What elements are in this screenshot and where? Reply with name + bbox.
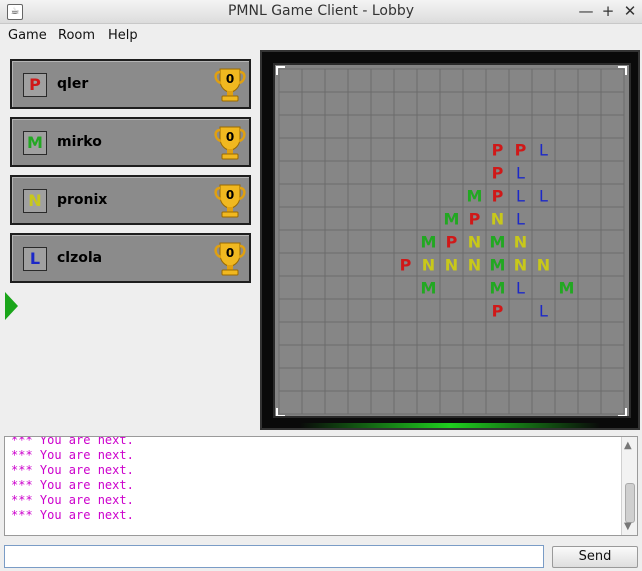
player-card: Npronix 0 <box>10 175 251 225</box>
board-piece[interactable]: L <box>516 210 525 229</box>
board-piece[interactable]: N <box>445 256 458 275</box>
board-piece[interactable]: N <box>468 233 481 252</box>
player-letter-tile: P <box>23 73 47 97</box>
player-score: 0 <box>225 72 235 86</box>
board-piece[interactable]: N <box>537 256 550 275</box>
chat-line: *** You are next. <box>11 478 134 492</box>
board-piece[interactable]: P <box>446 233 458 252</box>
menu-bar: Game Room Help <box>0 24 642 48</box>
menu-room[interactable]: Room <box>58 28 95 43</box>
chat-line: *** You are next. <box>11 448 134 462</box>
board-piece[interactable]: M <box>467 187 483 206</box>
player-score: 0 <box>225 188 235 202</box>
close-button[interactable]: ✕ <box>621 2 639 20</box>
board-piece[interactable]: P <box>492 187 504 206</box>
player-letter-tile: N <box>23 189 47 213</box>
board-glow <box>300 423 600 428</box>
player-letter-tile: L <box>23 247 47 271</box>
menu-game[interactable]: Game <box>8 28 47 43</box>
chat-input[interactable] <box>4 545 544 568</box>
scroll-thumb[interactable] <box>625 483 635 523</box>
board-piece[interactable]: L <box>516 187 525 206</box>
board-piece[interactable]: M <box>490 233 506 252</box>
game-board[interactable]: PPLPLMPLLMPNLMPNMNPNNNMNNMMLMPL <box>273 63 631 418</box>
board-piece[interactable]: N <box>491 210 504 229</box>
board-piece[interactable]: M <box>490 256 506 275</box>
window-title: PMNL Game Client - Lobby <box>227 3 415 19</box>
send-button[interactable]: Send <box>552 546 638 568</box>
board-piece[interactable]: L <box>539 141 548 160</box>
board-piece[interactable]: L <box>516 279 525 298</box>
player-card: Pqler 0 <box>10 59 251 109</box>
player-score: 0 <box>225 130 235 144</box>
board-piece[interactable]: P <box>492 164 504 183</box>
board-piece[interactable]: M <box>559 279 575 298</box>
board-piece[interactable]: P <box>492 141 504 160</box>
players-panel: Pqler 0 Mmirko 0 Npronix 0 Lclzola 0 <box>0 48 258 432</box>
board-piece[interactable]: N <box>422 256 435 275</box>
board-piece[interactable]: L <box>539 302 548 321</box>
board-piece[interactable]: L <box>539 187 548 206</box>
player-card: Lclzola 0 <box>10 233 251 283</box>
scroll-down-icon[interactable]: ▼ <box>624 521 632 532</box>
player-name: clzola <box>57 250 103 266</box>
board-piece[interactable]: P <box>515 141 527 160</box>
menu-help[interactable]: Help <box>108 28 138 43</box>
board-piece[interactable]: N <box>468 256 481 275</box>
title-bar: ☕ PMNL Game Client - Lobby — + ✕ <box>0 0 642 24</box>
board-piece[interactable]: L <box>516 164 525 183</box>
board-piece[interactable]: P <box>492 302 504 321</box>
player-score: 0 <box>225 246 235 260</box>
chat-scrollbar[interactable]: ▲ ▼ <box>621 437 637 535</box>
maximize-button[interactable]: + <box>599 2 617 20</box>
board-piece[interactable]: N <box>514 256 527 275</box>
player-letter-tile: M <box>23 131 47 155</box>
chat-log: *** You are next. *** You are next. *** Yo… <box>4 436 638 536</box>
chat-line: *** You are next. <box>11 436 134 447</box>
board-piece[interactable]: M <box>421 279 437 298</box>
minimize-button[interactable]: — <box>577 2 595 20</box>
board-piece[interactable]: M <box>421 233 437 252</box>
board-piece[interactable]: M <box>444 210 460 229</box>
current-turn-arrow-icon <box>5 292 18 320</box>
chat-line: *** You are next. <box>11 508 134 522</box>
board-grid[interactable]: P P LP LM P L LM P N LM P N M NP N N N M N NM M L MP L <box>275 65 629 416</box>
scroll-up-icon[interactable]: ▲ <box>624 440 632 451</box>
chat-line: *** You are next. <box>11 493 134 507</box>
board-piece[interactable]: N <box>514 233 527 252</box>
player-name: qler <box>57 76 89 92</box>
board-piece[interactable]: P <box>400 256 412 275</box>
player-card: Mmirko 0 <box>10 117 251 167</box>
chat-line: *** You are next. <box>11 463 134 477</box>
player-name: mirko <box>57 134 102 150</box>
board-piece[interactable]: P <box>469 210 481 229</box>
board-piece[interactable]: M <box>490 279 506 298</box>
player-name: pronix <box>57 192 108 208</box>
